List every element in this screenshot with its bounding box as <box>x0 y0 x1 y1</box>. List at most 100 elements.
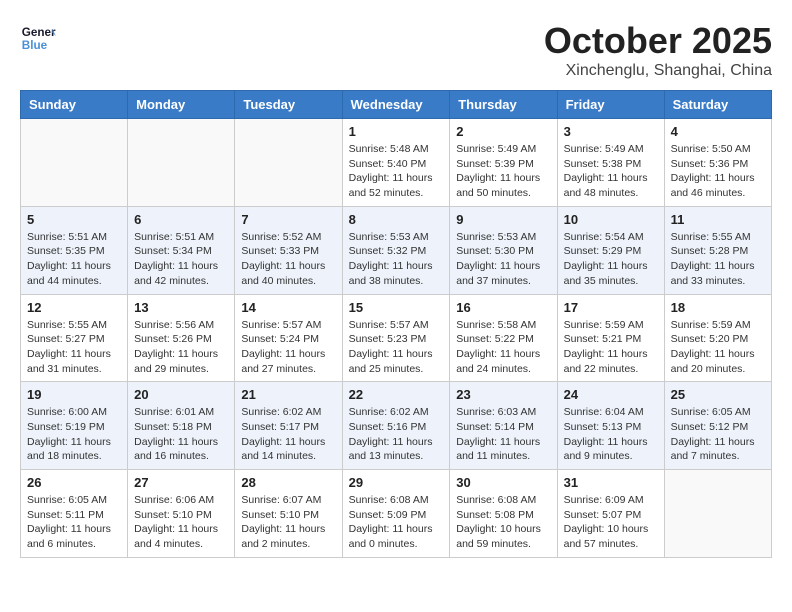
day-info: Sunrise: 5:57 AM Sunset: 5:23 PM Dayligh… <box>349 318 444 377</box>
calendar-cell: 28 Sunrise: 6:07 AM Sunset: 5:10 PM Dayli… <box>235 470 342 558</box>
calendar-cell: 30 Sunrise: 6:08 AM Sunset: 5:08 PM Dayli… <box>450 470 557 558</box>
day-number: 20 <box>134 387 228 402</box>
logo: General Blue <box>20 20 56 56</box>
day-info: Sunrise: 5:57 AM Sunset: 5:24 PM Dayligh… <box>241 318 335 377</box>
day-info: Sunrise: 6:01 AM Sunset: 5:18 PM Dayligh… <box>134 405 228 464</box>
calendar-cell: 12 Sunrise: 5:55 AM Sunset: 5:27 PM Dayli… <box>21 294 128 382</box>
calendar-cell <box>128 119 235 207</box>
day-info: Sunrise: 6:02 AM Sunset: 5:16 PM Dayligh… <box>349 405 444 464</box>
calendar-cell: 13 Sunrise: 5:56 AM Sunset: 5:26 PM Dayli… <box>128 294 235 382</box>
day-number: 1 <box>349 124 444 139</box>
day-number: 11 <box>671 212 765 227</box>
day-number: 9 <box>456 212 550 227</box>
day-number: 28 <box>241 475 335 490</box>
day-info: Sunrise: 5:48 AM Sunset: 5:40 PM Dayligh… <box>349 142 444 201</box>
calendar-cell <box>235 119 342 207</box>
day-info: Sunrise: 6:05 AM Sunset: 5:12 PM Dayligh… <box>671 405 765 464</box>
calendar-cell: 8 Sunrise: 5:53 AM Sunset: 5:32 PM Daylig… <box>342 206 450 294</box>
weekday-header-friday: Friday <box>557 91 664 119</box>
day-number: 6 <box>134 212 228 227</box>
day-info: Sunrise: 5:52 AM Sunset: 5:33 PM Dayligh… <box>241 230 335 289</box>
day-info: Sunrise: 6:06 AM Sunset: 5:10 PM Dayligh… <box>134 493 228 552</box>
day-info: Sunrise: 6:08 AM Sunset: 5:08 PM Dayligh… <box>456 493 550 552</box>
week-row-5: 26Sunrise: 6:05 AM Sunset: 5:11 PM Dayli… <box>21 470 772 558</box>
calendar-cell: 6Sunrise: 5:51 AM Sunset: 5:34 PM Daylig… <box>128 206 235 294</box>
day-info: Sunrise: 6:03 AM Sunset: 5:14 PM Dayligh… <box>456 405 550 464</box>
title-area: October 2025 Xinchenglu, Shanghai, China <box>544 20 772 80</box>
day-info: Sunrise: 5:59 AM Sunset: 5:20 PM Dayligh… <box>671 318 765 377</box>
day-number: 12 <box>27 300 121 315</box>
calendar-cell: 22 Sunrise: 6:02 AM Sunset: 5:16 PM Dayli… <box>342 382 450 470</box>
day-number: 25 <box>671 387 765 402</box>
calendar-cell: 4Sunrise: 5:50 AM Sunset: 5:36 PM Daylig… <box>664 119 771 207</box>
calendar-cell: 1 Sunrise: 5:48 AM Sunset: 5:40 PM Daylig… <box>342 119 450 207</box>
calendar-cell: 5Sunrise: 5:51 AM Sunset: 5:35 PM Daylig… <box>21 206 128 294</box>
day-number: 22 <box>349 387 444 402</box>
calendar-cell: 2 Sunrise: 5:49 AM Sunset: 5:39 PM Daylig… <box>450 119 557 207</box>
day-number: 18 <box>671 300 765 315</box>
day-info: Sunrise: 5:49 AM Sunset: 5:39 PM Dayligh… <box>456 142 550 201</box>
day-info: Sunrise: 6:05 AM Sunset: 5:11 PM Dayligh… <box>27 493 121 552</box>
week-row-3: 12 Sunrise: 5:55 AM Sunset: 5:27 PM Dayli… <box>21 294 772 382</box>
day-info: Sunrise: 5:55 AM Sunset: 5:28 PM Dayligh… <box>671 230 765 289</box>
day-number: 23 <box>456 387 550 402</box>
day-info: Sunrise: 6:08 AM Sunset: 5:09 PM Dayligh… <box>349 493 444 552</box>
day-number: 2 <box>456 124 550 139</box>
day-info: Sunrise: 5:53 AM Sunset: 5:30 PM Dayligh… <box>456 230 550 289</box>
day-number: 17 <box>564 300 658 315</box>
weekday-header-row: SundayMondayTuesdayWednesdayThursdayFrid… <box>21 91 772 119</box>
day-number: 5 <box>27 212 121 227</box>
day-number: 21 <box>241 387 335 402</box>
day-info: Sunrise: 5:54 AM Sunset: 5:29 PM Dayligh… <box>564 230 658 289</box>
calendar-cell: 10Sunrise: 5:54 AM Sunset: 5:29 PM Dayli… <box>557 206 664 294</box>
day-info: Sunrise: 6:02 AM Sunset: 5:17 PM Dayligh… <box>241 405 335 464</box>
calendar-body: 1 Sunrise: 5:48 AM Sunset: 5:40 PM Daylig… <box>21 119 772 558</box>
calendar-cell: 20 Sunrise: 6:01 AM Sunset: 5:18 PM Dayli… <box>128 382 235 470</box>
svg-text:Blue: Blue <box>22 39 48 52</box>
calendar-cell: 19 Sunrise: 6:00 AM Sunset: 5:19 PM Dayli… <box>21 382 128 470</box>
calendar-cell: 9 Sunrise: 5:53 AM Sunset: 5:30 PM Daylig… <box>450 206 557 294</box>
day-info: Sunrise: 6:00 AM Sunset: 5:19 PM Dayligh… <box>27 405 121 464</box>
calendar-cell: 18 Sunrise: 5:59 AM Sunset: 5:20 PM Dayli… <box>664 294 771 382</box>
calendar-cell: 3 Sunrise: 5:49 AM Sunset: 5:38 PM Daylig… <box>557 119 664 207</box>
day-number: 19 <box>27 387 121 402</box>
week-row-1: 1 Sunrise: 5:48 AM Sunset: 5:40 PM Daylig… <box>21 119 772 207</box>
day-number: 31 <box>564 475 658 490</box>
calendar-cell: 14Sunrise: 5:57 AM Sunset: 5:24 PM Dayli… <box>235 294 342 382</box>
day-number: 3 <box>564 124 658 139</box>
header: General Blue October 2025 Xinchenglu, Sh… <box>20 20 772 80</box>
calendar-cell: 7 Sunrise: 5:52 AM Sunset: 5:33 PM Daylig… <box>235 206 342 294</box>
day-number: 7 <box>241 212 335 227</box>
day-info: Sunrise: 6:07 AM Sunset: 5:10 PM Dayligh… <box>241 493 335 552</box>
calendar-cell: 25 Sunrise: 6:05 AM Sunset: 5:12 PM Dayli… <box>664 382 771 470</box>
day-info: Sunrise: 5:55 AM Sunset: 5:27 PM Dayligh… <box>27 318 121 377</box>
day-info: Sunrise: 5:56 AM Sunset: 5:26 PM Dayligh… <box>134 318 228 377</box>
calendar-cell: 21 Sunrise: 6:02 AM Sunset: 5:17 PM Dayli… <box>235 382 342 470</box>
day-number: 30 <box>456 475 550 490</box>
day-number: 29 <box>349 475 444 490</box>
calendar-cell: 24Sunrise: 6:04 AM Sunset: 5:13 PM Dayli… <box>557 382 664 470</box>
day-info: Sunrise: 5:58 AM Sunset: 5:22 PM Dayligh… <box>456 318 550 377</box>
week-row-4: 19 Sunrise: 6:00 AM Sunset: 5:19 PM Dayli… <box>21 382 772 470</box>
weekday-header-wednesday: Wednesday <box>342 91 450 119</box>
calendar-cell: 31 Sunrise: 6:09 AM Sunset: 5:07 PM Dayli… <box>557 470 664 558</box>
day-info: Sunrise: 5:53 AM Sunset: 5:32 PM Dayligh… <box>349 230 444 289</box>
location-title: Xinchenglu, Shanghai, China <box>544 62 772 80</box>
day-number: 8 <box>349 212 444 227</box>
day-info: Sunrise: 5:49 AM Sunset: 5:38 PM Dayligh… <box>564 142 658 201</box>
day-number: 27 <box>134 475 228 490</box>
calendar-cell: 15Sunrise: 5:57 AM Sunset: 5:23 PM Dayli… <box>342 294 450 382</box>
weekday-header-tuesday: Tuesday <box>235 91 342 119</box>
day-number: 13 <box>134 300 228 315</box>
day-info: Sunrise: 5:59 AM Sunset: 5:21 PM Dayligh… <box>564 318 658 377</box>
calendar: SundayMondayTuesdayWednesdayThursdayFrid… <box>20 90 772 558</box>
day-number: 4 <box>671 124 765 139</box>
calendar-cell <box>664 470 771 558</box>
weekday-header-sunday: Sunday <box>21 91 128 119</box>
month-title: October 2025 <box>544 20 772 62</box>
day-number: 16 <box>456 300 550 315</box>
day-info: Sunrise: 6:09 AM Sunset: 5:07 PM Dayligh… <box>564 493 658 552</box>
calendar-cell: 26Sunrise: 6:05 AM Sunset: 5:11 PM Dayli… <box>21 470 128 558</box>
calendar-cell: 29 Sunrise: 6:08 AM Sunset: 5:09 PM Dayli… <box>342 470 450 558</box>
calendar-cell: 17 Sunrise: 5:59 AM Sunset: 5:21 PM Dayli… <box>557 294 664 382</box>
